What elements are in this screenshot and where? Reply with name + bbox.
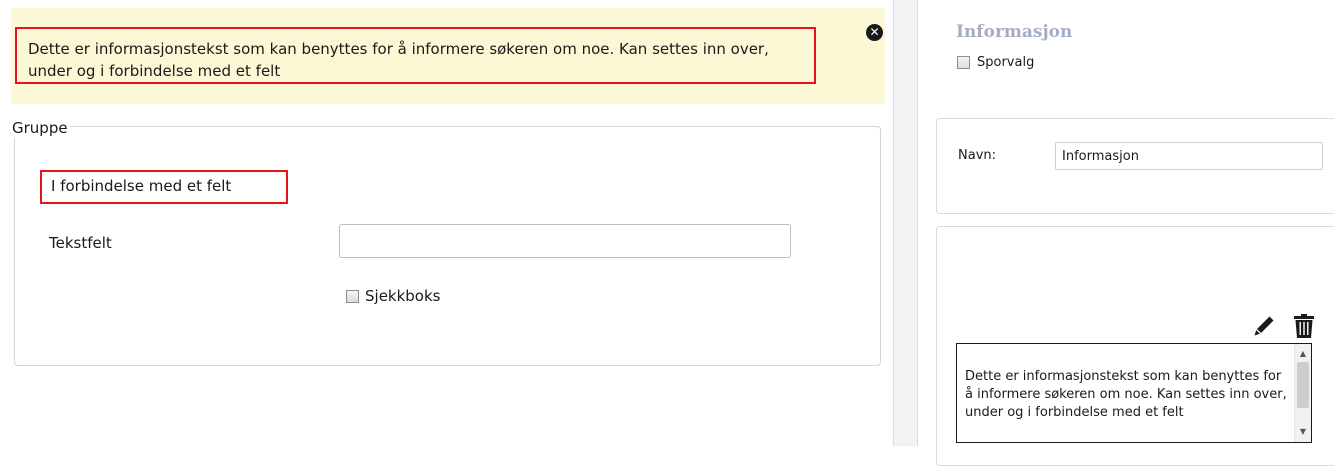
field-info-text: I forbindelse med et felt [40, 170, 288, 204]
checkbox-label: Sjekkboks [365, 287, 441, 305]
name-label: Navn: [958, 148, 997, 163]
info-text-editor[interactable]: Dette er informasjonstekst som kan benyt… [956, 343, 1312, 443]
form-preview-panel: ✕ Dette er informasjonstekst som kan ben… [0, 0, 893, 446]
checkbox-row[interactable]: Sjekkboks [346, 287, 441, 305]
sporvalg-row[interactable]: Sporvalg [957, 55, 1034, 70]
panel-splitter[interactable] [893, 0, 918, 446]
text-field-input[interactable] [339, 224, 791, 258]
trash-icon[interactable] [1292, 313, 1316, 339]
checkbox[interactable] [346, 289, 359, 303]
name-input[interactable] [1055, 142, 1323, 170]
info-text-content: Dette er informasjonstekst som kan benyt… [965, 369, 1287, 420]
sporvalg-label: Sporvalg [977, 55, 1035, 70]
scroll-up-icon[interactable]: ▲ [1295, 346, 1311, 362]
info-banner-text: Dette er informasjonstekst som kan benyt… [15, 27, 816, 84]
properties-title: Informasjon [956, 22, 1073, 42]
sporvalg-checkbox[interactable] [957, 56, 970, 69]
close-circle-icon[interactable]: ✕ [866, 24, 883, 41]
scroll-down-icon[interactable]: ▼ [1295, 424, 1311, 440]
text-field-label: Tekstfelt [49, 234, 112, 252]
group-legend: Gruppe [10, 119, 70, 137]
vertical-scrollbar[interactable]: ▲ ▼ [1294, 344, 1311, 442]
scroll-thumb[interactable] [1297, 362, 1309, 408]
pencil-icon[interactable] [1252, 314, 1276, 338]
